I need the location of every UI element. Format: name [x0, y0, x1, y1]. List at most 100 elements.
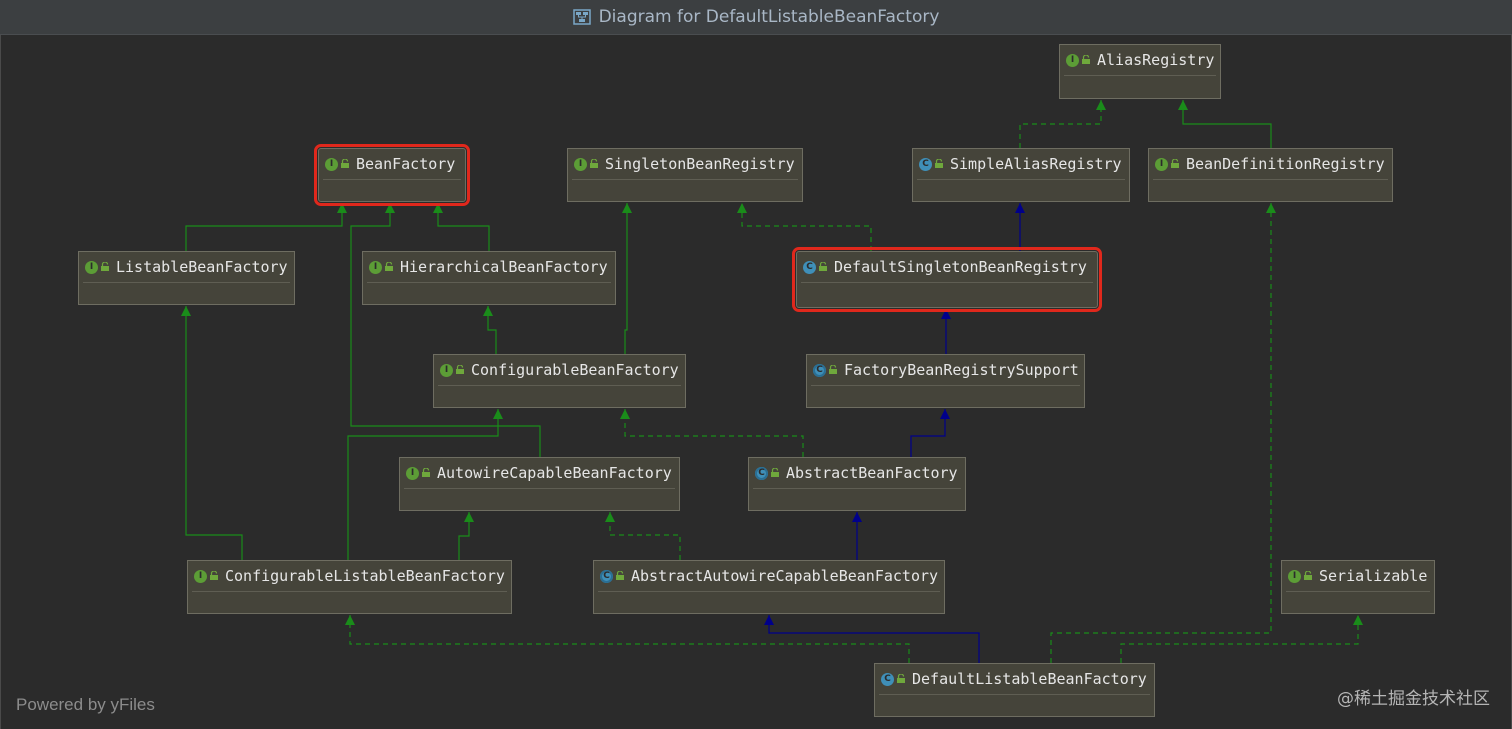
edge-autowire-capable-bean-factory-to-bean-factory — [350, 203, 541, 457]
edge-configurable-listable-bean-factory-to-autowire-capable-bean-factory — [458, 512, 474, 560]
node-label: SimpleAliasRegistry — [950, 155, 1122, 173]
interface-icon: I — [1066, 53, 1079, 67]
node-header: I ListableBeanFactory — [79, 252, 294, 282]
interface-icon: I — [1288, 569, 1301, 583]
node-separator — [1064, 75, 1216, 76]
node-separator — [598, 591, 940, 592]
node-label: AutowireCapableBeanFactory — [437, 464, 672, 482]
window-title: Diagram for DefaultListableBeanFactory — [598, 7, 940, 27]
node-label: ConfigurableBeanFactory — [471, 361, 679, 379]
edge-arrowhead — [433, 203, 443, 213]
node-bean-definition-registry[interactable]: I BeanDefinitionRegistry — [1148, 148, 1393, 202]
node-simple-alias-registry[interactable]: C SimpleAliasRegistry — [912, 148, 1130, 202]
edge-arrowhead — [493, 409, 503, 419]
edge-configurable-bean-factory-to-singleton-bean-registry — [622, 203, 632, 354]
edge-abstract-bean-factory-to-configurable-bean-factory — [620, 409, 804, 457]
node-autowire-capable-bean-factory[interactable]: I AutowireCapableBeanFactory — [399, 457, 680, 511]
node-label: BeanDefinitionRegistry — [1186, 155, 1385, 173]
node-separator — [879, 694, 1150, 695]
interface-icon: I — [325, 157, 338, 171]
edge-arrowhead — [337, 203, 347, 213]
node-header: I HierarchicalBeanFactory — [363, 252, 615, 282]
node-label: ListableBeanFactory — [116, 258, 288, 276]
node-header: C FactoryBeanRegistrySupport — [807, 355, 1084, 385]
node-header: I ConfigurableListableBeanFactory — [188, 561, 511, 591]
visibility-icon — [771, 468, 779, 477]
edge-arrowhead — [181, 306, 191, 316]
node-header: C SimpleAliasRegistry — [913, 149, 1129, 179]
interface-icon: I — [574, 157, 587, 171]
node-label: Serializable — [1319, 567, 1428, 585]
class-icon: C — [919, 157, 932, 171]
node-singleton-bean-registry[interactable]: I SingletonBeanRegistry — [567, 148, 803, 202]
interface-icon: I — [406, 466, 419, 480]
edge-arrowhead — [737, 203, 747, 213]
node-separator — [367, 282, 611, 283]
node-hierarchical-bean-factory[interactable]: I HierarchicalBeanFactory — [362, 251, 616, 305]
node-header: C DefaultListableBeanFactory — [875, 664, 1154, 694]
node-default-listable-bean-factory[interactable]: C DefaultListableBeanFactory — [874, 663, 1155, 717]
node-configurable-listable-bean-factory[interactable]: I ConfigurableListableBeanFactory — [187, 560, 512, 614]
node-separator — [572, 179, 798, 180]
edge-arrowhead — [464, 512, 474, 522]
node-label: AliasRegistry — [1097, 51, 1215, 69]
visibility-icon — [590, 159, 598, 168]
node-bean-factory[interactable]: I BeanFactory — [314, 144, 470, 206]
edge-abstract-autowire-capable-bean-factory-to-abstract-bean-factory — [852, 512, 862, 560]
visibility-icon — [210, 571, 218, 580]
edge-arrowhead — [385, 203, 395, 213]
edge-bean-definition-registry-to-alias-registry — [1178, 100, 1272, 148]
node-label: AbstractAutowireCapableBeanFactory — [631, 567, 939, 585]
edge-default-listable-bean-factory-to-serializable — [1120, 615, 1363, 663]
edge-arrowhead — [620, 409, 630, 419]
node-separator — [323, 179, 461, 180]
interface-icon: I — [440, 363, 453, 377]
edge-arrowhead — [1266, 203, 1276, 213]
relation-edges — [181, 100, 1363, 663]
node-factory-bean-registry-support[interactable]: C FactoryBeanRegistrySupport — [806, 354, 1085, 408]
node-abstract-bean-factory[interactable]: C AbstractBeanFactory — [748, 457, 966, 511]
visibility-icon — [341, 159, 349, 168]
node-header: I AliasRegistry — [1060, 45, 1220, 75]
node-header: C AbstractBeanFactory — [749, 458, 965, 488]
node-alias-registry[interactable]: I AliasRegistry — [1059, 44, 1221, 99]
node-abstract-autowire-capable-bean-factory[interactable]: C AbstractAutowireCapableBeanFactory — [593, 560, 945, 614]
edge-arrowhead — [1353, 615, 1363, 625]
edge-arrowhead — [940, 409, 950, 419]
node-listable-bean-factory[interactable]: I ListableBeanFactory — [78, 251, 295, 305]
node-separator — [1153, 179, 1388, 180]
node-header: I SingletonBeanRegistry — [568, 149, 802, 179]
edge-default-listable-bean-factory-to-abstract-autowire-capable-bean-factory — [764, 615, 980, 663]
node-header: C AbstractAutowireCapableBeanFactory — [594, 561, 944, 591]
edge-arrowhead — [622, 203, 632, 213]
visibility-icon — [1082, 55, 1090, 64]
edge-arrowhead — [345, 615, 355, 625]
edge-default-listable-bean-factory-to-configurable-listable-bean-factory — [345, 615, 910, 663]
node-label: FactoryBeanRegistrySupport — [844, 361, 1079, 379]
node-separator — [801, 282, 1093, 283]
node-label: AbstractBeanFactory — [786, 464, 958, 482]
edge-arrowhead — [1015, 203, 1025, 213]
visibility-icon — [385, 262, 393, 271]
node-separator — [404, 488, 675, 489]
node-serializable[interactable]: I Serializable — [1281, 560, 1435, 614]
node-configurable-bean-factory[interactable]: I ConfigurableBeanFactory — [433, 354, 686, 408]
interface-icon: I — [369, 260, 382, 274]
visibility-icon — [819, 262, 827, 271]
edge-hierarchical-bean-factory-to-bean-factory — [433, 203, 490, 251]
visibility-icon — [422, 468, 430, 477]
edge-default-singleton-bean-registry-to-singleton-bean-registry — [737, 203, 872, 251]
edge-arrowhead — [483, 306, 493, 316]
node-header: C DefaultSingletonBeanRegistry — [797, 252, 1097, 282]
interface-icon: I — [1155, 157, 1168, 171]
node-default-singleton-bean-registry[interactable]: C DefaultSingletonBeanRegistry — [792, 247, 1102, 312]
edge-arrowhead — [941, 309, 951, 319]
node-header: I Serializable — [1282, 561, 1434, 591]
node-separator — [917, 179, 1125, 180]
edge-default-singleton-bean-registry-to-simple-alias-registry — [1015, 203, 1025, 251]
node-label: BeanFactory — [356, 155, 456, 173]
node-label: DefaultListableBeanFactory — [912, 670, 1147, 688]
diagram-canvas[interactable]: I AliasRegistry I BeanFactory I SingletonBean… — [0, 35, 1512, 729]
edge-listable-bean-factory-to-bean-factory — [185, 203, 347, 251]
node-header: I BeanDefinitionRegistry — [1149, 149, 1392, 179]
